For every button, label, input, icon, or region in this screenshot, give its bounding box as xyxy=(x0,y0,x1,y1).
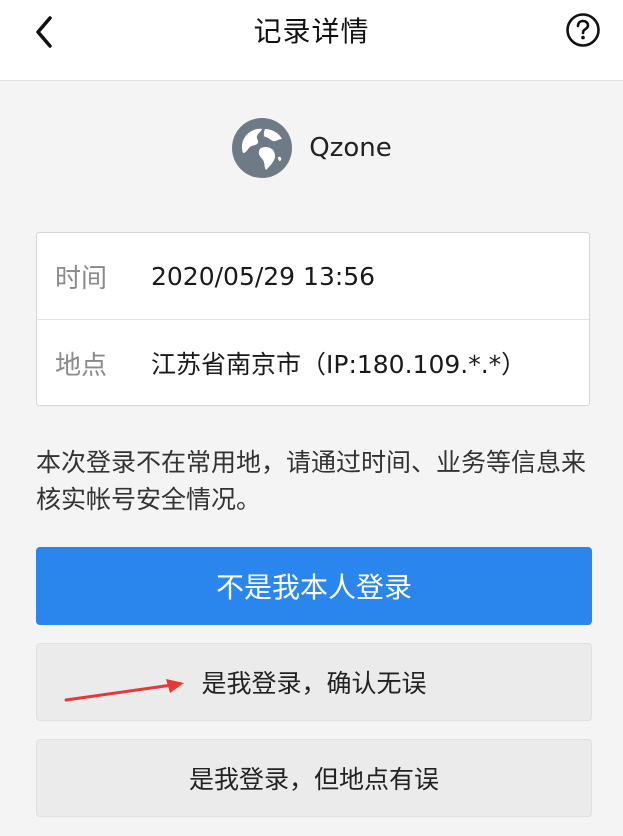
help-question-icon[interactable] xyxy=(565,12,601,48)
time-label: 时间 xyxy=(55,263,108,294)
time-row: 时间 2020/05/29 13:56 xyxy=(37,233,589,319)
security-notice: 本次登录不在常用地，请通过时间、业务等信息来核实帐号安全情况。 xyxy=(36,448,587,514)
app-identity: Qzone xyxy=(0,116,623,180)
login-details-card: 时间 2020/05/29 13:56 地点 江苏省南京市（IP:180.109… xyxy=(36,232,590,406)
location-row: 地点 江苏省南京市（IP:180.109.*.*） xyxy=(37,319,589,406)
annotation-arrow-icon xyxy=(64,679,184,702)
page-title: 记录详情 xyxy=(253,15,370,48)
time-value: 2020/05/29 13:56 xyxy=(151,261,376,291)
location-value: 江苏省南京市（IP:180.109.*.*） xyxy=(151,350,527,379)
wrong-location-button[interactable]: 是我登录，但地点有误 xyxy=(36,739,592,817)
location-label: 地点 xyxy=(55,350,108,381)
globe-icon xyxy=(232,118,293,178)
top-nav-bar: 记录详情 xyxy=(0,0,623,81)
app-name: Qzone xyxy=(309,133,392,163)
not-me-button[interactable]: 不是我本人登录 xyxy=(36,547,592,625)
